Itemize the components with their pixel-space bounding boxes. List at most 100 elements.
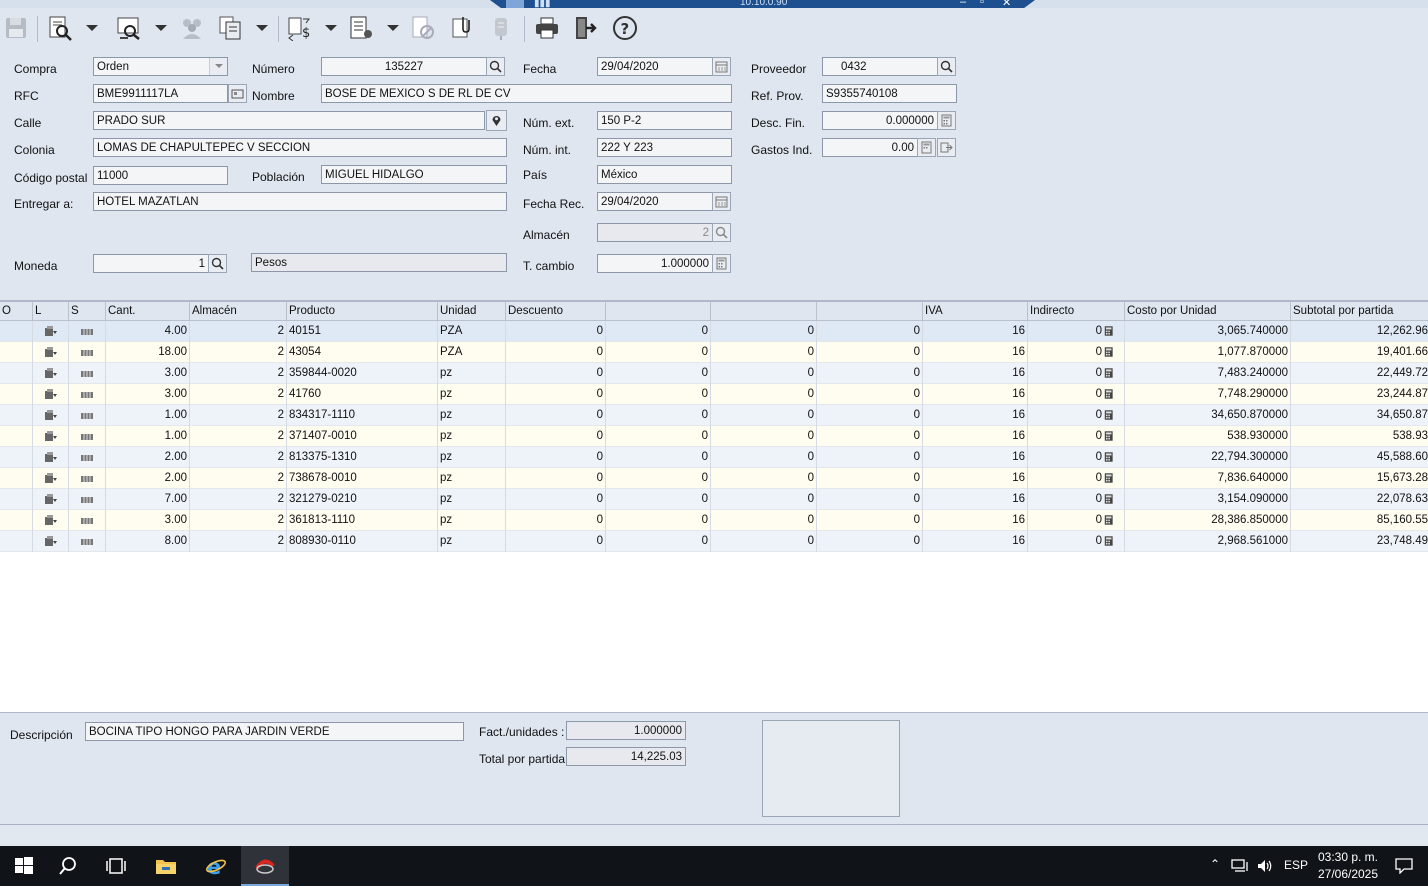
- table-cell[interactable]: 0: [711, 489, 817, 510]
- fecha-field[interactable]: 29/04/2020: [597, 57, 713, 76]
- num-ext-field[interactable]: 150 P-2: [597, 111, 732, 130]
- item-series-icon[interactable]: [69, 321, 106, 342]
- clock[interactable]: 03:30 p. m. 27/06/2025: [1308, 849, 1388, 883]
- table-cell[interactable]: 0: [711, 447, 817, 468]
- search-button[interactable]: [44, 846, 92, 886]
- table-cell[interactable]: pz: [438, 384, 506, 405]
- column-header[interactable]: IVA: [923, 302, 1028, 321]
- table-cell[interactable]: 19,401.66: [1291, 342, 1428, 363]
- table-cell[interactable]: 0: [817, 531, 923, 552]
- table-cell[interactable]: 1.00: [106, 426, 190, 447]
- table-cell[interactable]: pz: [438, 531, 506, 552]
- table-cell[interactable]: 359844-0020: [287, 363, 438, 384]
- table-cell[interactable]: 0: [506, 321, 606, 342]
- column-header[interactable]: Descuento: [506, 302, 606, 321]
- table-cell[interactable]: 0: [711, 510, 817, 531]
- table-cell[interactable]: 41760: [287, 384, 438, 405]
- gastos-detail-button[interactable]: [937, 138, 956, 157]
- codigo-postal-field[interactable]: 11000: [93, 166, 228, 185]
- table-cell[interactable]: 2: [190, 384, 287, 405]
- item-location-icon[interactable]: [33, 426, 69, 447]
- table-cell[interactable]: 0: [1028, 384, 1125, 405]
- gastos-calculator-button[interactable]: [917, 138, 936, 157]
- table-cell[interactable]: [0, 426, 33, 447]
- table-cell[interactable]: 538.930000: [1125, 426, 1291, 447]
- table-cell[interactable]: 0: [506, 531, 606, 552]
- item-series-icon[interactable]: [69, 447, 106, 468]
- internet-explorer-button[interactable]: e: [192, 846, 240, 886]
- table-cell[interactable]: [0, 510, 33, 531]
- table-cell[interactable]: 23,244.87: [1291, 384, 1428, 405]
- table-row[interactable]: 8.00 2 808930-0110 pz 0 0 0 0 16 0 2,968.561000 23,…: [0, 531, 1428, 552]
- table-cell[interactable]: [0, 405, 33, 426]
- table-row[interactable]: 1.00 2 371407-0010 pz 0 0 0 0 16 0 538.930000 538.9…: [0, 426, 1428, 447]
- table-row[interactable]: 3.00 2 359844-0020 pz 0 0 0 0 16 0 7,483.240000 22,…: [0, 363, 1428, 384]
- search-document-dropdown[interactable]: [84, 22, 98, 34]
- table-cell[interactable]: 0: [1028, 447, 1125, 468]
- table-cell[interactable]: 808930-0110: [287, 531, 438, 552]
- fecha-rec-field[interactable]: 29/04/2020: [597, 192, 713, 211]
- table-cell[interactable]: 0: [606, 531, 711, 552]
- table-cell[interactable]: 8.00: [106, 531, 190, 552]
- table-cell[interactable]: 16: [923, 531, 1028, 552]
- table-row[interactable]: 1.00 2 834317-1110 pz 0 0 0 0 16 0 34,650.870000 34…: [0, 405, 1428, 426]
- calle-field[interactable]: PRADO SUR: [93, 111, 485, 130]
- table-cell[interactable]: 0: [606, 489, 711, 510]
- column-header[interactable]: [711, 302, 817, 321]
- item-series-icon[interactable]: [69, 489, 106, 510]
- erp-app-button[interactable]: [241, 846, 289, 886]
- table-cell[interactable]: 0: [1028, 468, 1125, 489]
- column-header[interactable]: Costo por Unidad: [1125, 302, 1291, 321]
- table-cell[interactable]: 0: [606, 384, 711, 405]
- table-row[interactable]: 4.00 2 40151 PZA 0 0 0 0 16 0 3,065.740000 12,262.9…: [0, 321, 1428, 342]
- file-explorer-button[interactable]: [142, 846, 190, 886]
- item-series-icon[interactable]: [69, 363, 106, 384]
- table-cell[interactable]: 4.00: [106, 321, 190, 342]
- table-cell[interactable]: 2: [190, 468, 287, 489]
- table-cell[interactable]: 85,160.55: [1291, 510, 1428, 531]
- table-cell[interactable]: 2: [190, 426, 287, 447]
- table-cell[interactable]: 0: [711, 405, 817, 426]
- table-cell[interactable]: 1.00: [106, 405, 190, 426]
- table-cell[interactable]: 0: [1028, 510, 1125, 531]
- column-header[interactable]: Indirecto: [1028, 302, 1125, 321]
- table-cell[interactable]: pz: [438, 510, 506, 531]
- chevron-up-icon[interactable]: ⌃: [1210, 857, 1220, 871]
- table-cell[interactable]: 43054: [287, 342, 438, 363]
- attach-button[interactable]: [448, 14, 476, 42]
- item-series-icon[interactable]: [69, 468, 106, 489]
- table-cell[interactable]: 2: [190, 321, 287, 342]
- table-cell[interactable]: 2: [190, 531, 287, 552]
- item-series-icon[interactable]: [69, 510, 106, 531]
- table-cell[interactable]: 16: [923, 405, 1028, 426]
- item-series-icon[interactable]: [69, 384, 106, 405]
- table-row[interactable]: 2.00 2 813375-1310 pz 0 0 0 0 16 0 22,794.300000 45…: [0, 447, 1428, 468]
- column-header[interactable]: Unidad: [438, 302, 506, 321]
- preview-dropdown[interactable]: [153, 22, 167, 34]
- table-cell[interactable]: PZA: [438, 321, 506, 342]
- table-cell[interactable]: 0: [711, 384, 817, 405]
- fecha-rec-calendar-button[interactable]: [712, 192, 731, 211]
- table-cell[interactable]: 834317-1110: [287, 405, 438, 426]
- proveedor-field[interactable]: 0432: [822, 57, 938, 76]
- table-cell[interactable]: 7,836.640000: [1125, 468, 1291, 489]
- language-indicator[interactable]: ESP: [1284, 858, 1308, 872]
- table-cell[interactable]: 0: [506, 363, 606, 384]
- table-cell[interactable]: 0: [817, 447, 923, 468]
- nombre-field[interactable]: BOSE DE MEXICO S DE RL DE CV: [321, 84, 732, 103]
- table-cell[interactable]: pz: [438, 363, 506, 384]
- gastos-ind-field[interactable]: 0.00: [822, 138, 918, 157]
- column-header[interactable]: [606, 302, 711, 321]
- item-location-icon[interactable]: [33, 447, 69, 468]
- table-cell[interactable]: PZA: [438, 342, 506, 363]
- rfc-field[interactable]: BME9911117LA: [93, 84, 228, 103]
- table-cell[interactable]: 0: [606, 510, 711, 531]
- table-cell[interactable]: 23,748.49: [1291, 531, 1428, 552]
- table-cell[interactable]: 0: [711, 426, 817, 447]
- desc-fin-field[interactable]: 0.000000: [822, 111, 938, 130]
- report-dropdown[interactable]: [385, 22, 399, 34]
- table-cell[interactable]: 0: [817, 468, 923, 489]
- table-cell[interactable]: 3,154.090000: [1125, 489, 1291, 510]
- preview-button[interactable]: [115, 14, 143, 42]
- table-cell[interactable]: 0: [711, 321, 817, 342]
